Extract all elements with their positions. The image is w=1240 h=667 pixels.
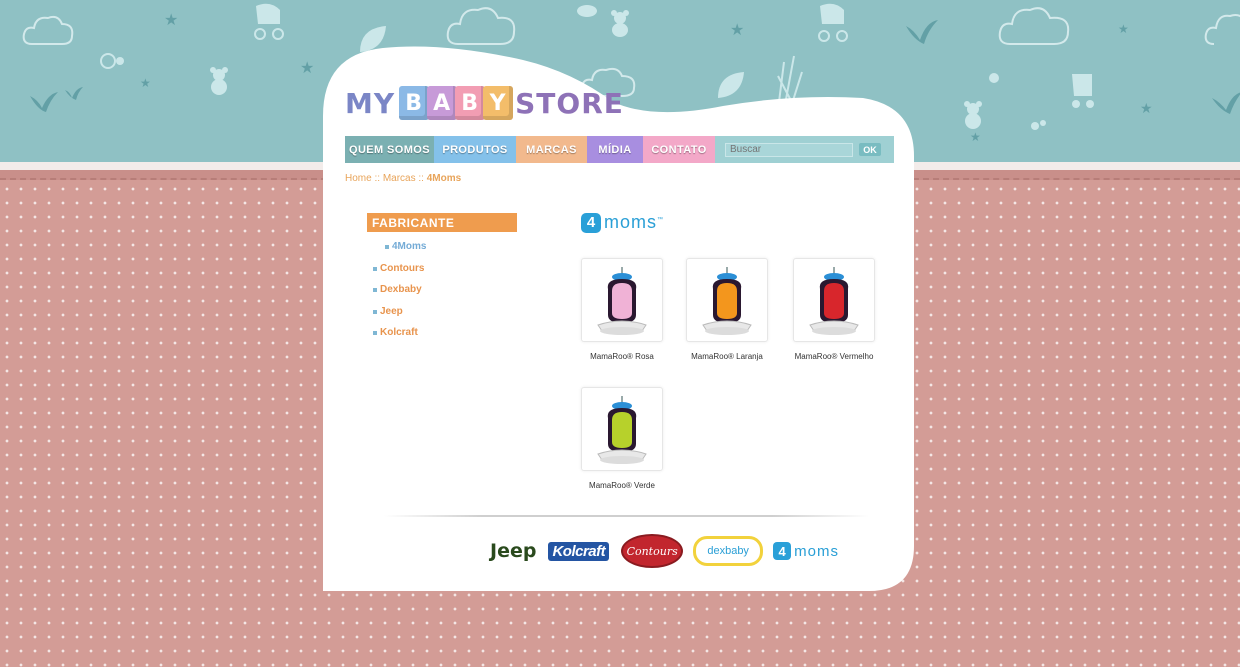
4moms-badge: 4 [773, 542, 792, 560]
bird-icon [906, 20, 938, 44]
bubble-icon [1031, 120, 1046, 130]
logo-block: A [427, 86, 458, 120]
4moms-wordmark: moms [794, 542, 839, 560]
bubble-icon [989, 73, 999, 83]
sidebar-item-label: Kolcraft [380, 327, 418, 338]
product-name[interactable]: MamaRoo® Vermelho [784, 352, 884, 361]
site-logo[interactable]: MY B A B Y STORE [345, 80, 624, 126]
logo-blocks: B A B Y [399, 86, 514, 120]
sidebar-item-contours[interactable]: Contours [373, 263, 424, 274]
baby-swing-image [702, 267, 752, 335]
4moms-wordmark: moms [604, 212, 657, 232]
product-card[interactable]: MamaRoo® Vermelho [784, 258, 884, 361]
sidebar-item-label: Dexbaby [380, 284, 422, 295]
cloud-icon [1204, 14, 1240, 45]
product-name[interactable]: MamaRoo® Verde [572, 481, 672, 490]
search-ok-button[interactable]: OK [859, 143, 881, 156]
star-icon: ★ [164, 12, 179, 29]
logo-block: B [455, 86, 486, 120]
nav-item-quem-somos[interactable]: QUEM SOMOS [345, 136, 434, 163]
4moms-logo[interactable]: 4 moms [773, 542, 839, 560]
sidebar-item-jeep[interactable]: Jeep [373, 306, 403, 317]
kolcraft-logo[interactable]: Kolcraft [548, 541, 610, 561]
nav-item-midia[interactable]: MÍDIA [587, 136, 643, 163]
baby-swing-image [597, 267, 647, 335]
sidebar-title: FABRICANTE [367, 213, 517, 232]
nav-item-contato[interactable]: CONTATO [643, 136, 715, 163]
logo-block: Y [483, 86, 514, 120]
bullet-icon [373, 287, 377, 292]
logo-text-my: MY [345, 86, 396, 120]
product-thumbnail[interactable] [793, 258, 875, 342]
cloud-icon [446, 7, 516, 45]
brand-logo-4moms: 4 moms ™ [581, 212, 663, 233]
star-icon: ★ [300, 60, 315, 77]
product-name[interactable]: MamaRoo® Laranja [677, 352, 777, 361]
dexbaby-logo[interactable]: dexbaby [693, 536, 764, 566]
product-card[interactable]: MamaRoo® Rosa [572, 258, 672, 361]
sidebar-item-label: Jeep [380, 306, 403, 317]
stroller-icon [1072, 74, 1094, 108]
cloud-icon [22, 15, 74, 45]
bird-icon [30, 92, 58, 112]
footer-brand-logos: Jeep Kolcraft Contours dexbaby 4 moms [490, 534, 839, 568]
breadcrumb-separator: :: [374, 173, 381, 184]
jeep-logo[interactable]: Jeep [490, 540, 536, 562]
product-thumbnail[interactable] [686, 258, 768, 342]
breadcrumb-separator: :: [418, 173, 424, 184]
main-nav: QUEM SOMOS PRODUTOS MARCAS MÍDIA CONTATO… [345, 136, 894, 163]
breadcrumb-section[interactable]: Marcas [383, 173, 416, 184]
bubble-icon [577, 5, 597, 17]
bullet-icon [373, 309, 377, 314]
bullet-icon [385, 244, 389, 249]
search-bar: OK [715, 136, 894, 163]
star-icon: ★ [730, 22, 745, 39]
4moms-badge: 4 [581, 212, 601, 233]
contours-logo[interactable]: Contours [621, 534, 684, 568]
breadcrumb-home[interactable]: Home [345, 173, 372, 184]
product-card[interactable]: MamaRoo® Verde [572, 387, 672, 490]
sidebar-item-label: Contours [380, 263, 425, 274]
bullet-icon [373, 266, 377, 271]
cloud-icon [998, 7, 1070, 45]
sidebar-item-label: 4Moms [392, 241, 427, 252]
breadcrumb: Home :: Marcas :: 4Moms [345, 173, 461, 184]
pacifier-icon [100, 53, 124, 69]
star-icon: ★ [970, 130, 981, 144]
sidebar-item-dexbaby[interactable]: Dexbaby [373, 284, 422, 295]
search-input[interactable] [725, 142, 853, 157]
product-thumbnail[interactable] [581, 258, 663, 342]
sidebar-item-kolcraft[interactable]: Kolcraft [373, 327, 418, 338]
star-icon: ★ [1140, 100, 1153, 116]
star-icon: ★ [1118, 22, 1129, 36]
breadcrumb-current: 4Moms [426, 173, 462, 184]
nav-item-produtos[interactable]: PRODUTOS [434, 136, 516, 163]
bird-icon [1212, 92, 1240, 114]
logo-block: B [399, 86, 430, 120]
teddy-bear-icon [210, 67, 228, 95]
logo-text-store: STORE [515, 86, 624, 120]
footer-divider [384, 515, 869, 517]
teddy-bear-icon [964, 101, 982, 129]
stroller-icon [254, 3, 284, 40]
product-name[interactable]: MamaRoo® Rosa [572, 352, 672, 361]
stroller-icon [818, 3, 848, 42]
baby-swing-image [809, 267, 859, 335]
sidebar-item-4moms[interactable]: 4Moms [385, 241, 426, 252]
product-card[interactable]: MamaRoo® Laranja [677, 258, 777, 361]
star-icon: ★ [140, 76, 151, 90]
bird-icon [65, 87, 83, 100]
bullet-icon [373, 330, 377, 335]
nav-item-marcas[interactable]: MARCAS [516, 136, 587, 163]
trademark-symbol: ™ [657, 216, 663, 223]
product-thumbnail[interactable] [581, 387, 663, 471]
baby-swing-image [597, 396, 647, 464]
teddy-bear-icon [611, 10, 629, 37]
